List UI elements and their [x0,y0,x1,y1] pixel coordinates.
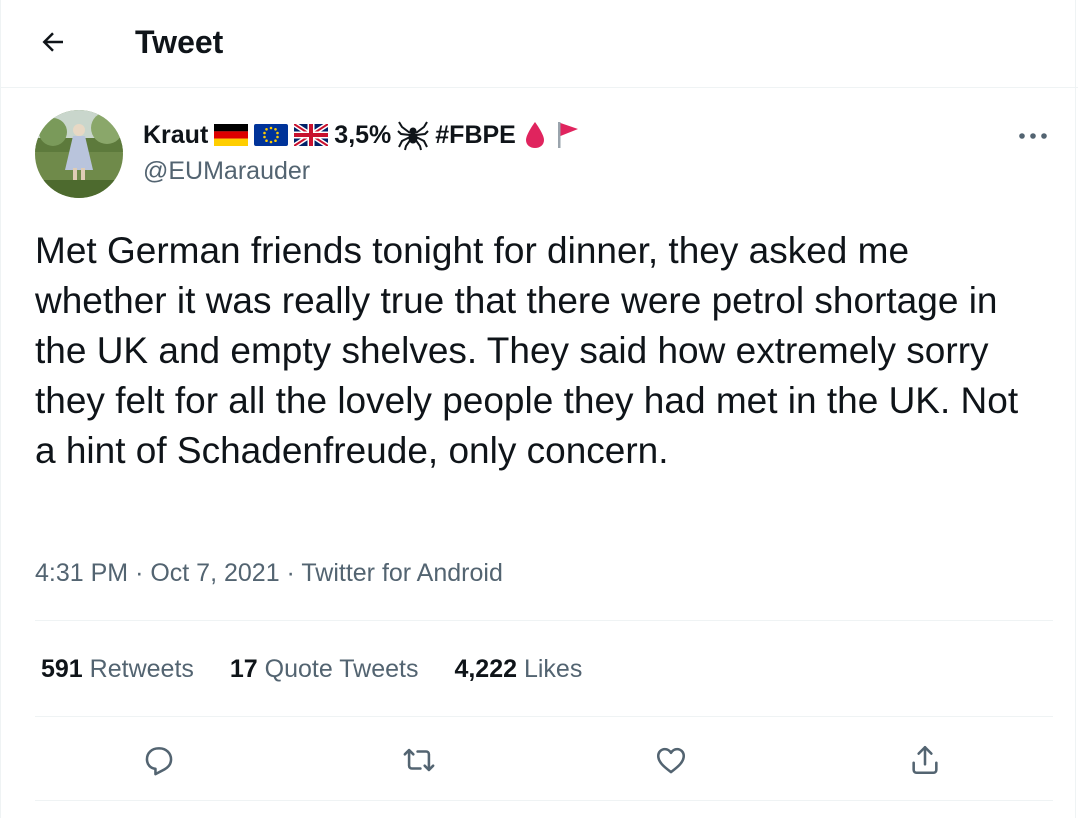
avatar-image [35,110,123,198]
quote-tweets-count: 17 [229,655,258,683]
retweets-stat[interactable]: 591 Retweets [41,652,194,688]
tweet-date[interactable]: Oct 7, 2021 [150,559,279,587]
retweet-icon [403,748,435,772]
quote-tweets-label: Quote Tweets [264,655,419,683]
spider-icon [397,121,429,151]
blood-drop-icon [525,122,544,148]
retweets-label: Retweets [89,655,194,683]
reply-icon [145,747,173,776]
more-horizontal-icon [1019,133,1047,139]
divider-end [35,800,1053,801]
retweets-count: 591 [41,655,83,683]
share-icon [912,745,938,775]
meta-separator-1: · [135,559,144,587]
tweet-text: Met German friends tonight for dinner, t… [35,230,1019,471]
divider-top [35,620,1053,621]
heart-icon [656,747,686,774]
author-handle[interactable]: @EUMarauder [143,154,310,188]
author-name-percent: 3,5% [334,121,392,149]
engagement-stats: 591 Retweets 17 Quote Tweets 4,222 Likes [41,652,582,688]
retweet-button[interactable] [395,738,443,782]
germany-flag-icon [214,124,249,146]
avatar[interactable] [35,110,123,198]
tweet-time[interactable]: 4:31 PM [35,559,128,587]
quote-tweets-stat[interactable]: 17 Quote Tweets [230,652,419,688]
tweet-page: Tweet Kraut 3,5% #FBPE @EUMarauder Met G… [0,0,1078,818]
arrow-left-icon [42,32,63,52]
likes-label: Likes [523,655,583,683]
red-flag-icon [557,122,578,148]
eu-flag-icon [254,124,289,146]
author-display-name: Kraut [143,121,209,149]
divider-bottom [35,716,1053,717]
tweet-meta: 4:31 PM · Oct 7, 2021 · Twitter for Andr… [35,556,503,590]
reply-button[interactable] [135,738,183,782]
likes-count: 4,222 [454,655,518,683]
author-name-hashtag: #FBPE [435,121,516,149]
more-options-button[interactable] [1011,118,1055,154]
back-button[interactable] [21,20,85,64]
like-button[interactable] [647,738,695,782]
uk-flag-icon [294,124,329,146]
author-name-row[interactable]: Kraut 3,5% #FBPE [143,116,582,154]
share-button[interactable] [901,738,949,782]
page-title: Tweet [135,24,224,60]
tweet-source[interactable]: Twitter for Android [301,559,502,587]
likes-stat[interactable]: 4,222 Likes [454,652,582,688]
page-header: Tweet [1,0,1078,88]
meta-separator-2: · [286,559,295,587]
